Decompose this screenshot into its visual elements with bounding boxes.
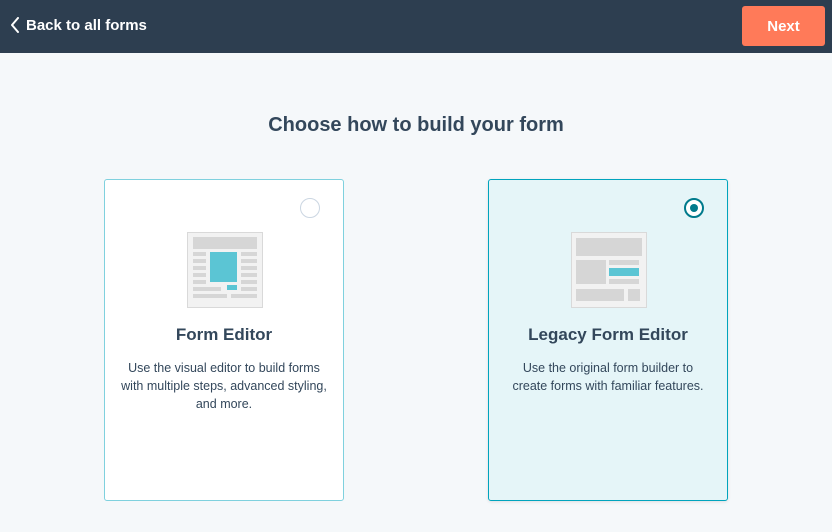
option-card-form-editor[interactable]: Form Editor Use the visual editor to bui… bbox=[104, 179, 344, 501]
next-button[interactable]: Next bbox=[742, 6, 825, 46]
top-bar: Back to all forms Next bbox=[0, 0, 832, 53]
radio-selected-dot bbox=[690, 204, 698, 212]
option-title: Legacy Form Editor bbox=[528, 325, 688, 344]
form-editor-illustration-icon bbox=[187, 232, 263, 308]
back-to-forms-link[interactable]: Back to all forms bbox=[10, 14, 147, 36]
option-title: Form Editor bbox=[175, 325, 273, 344]
back-link-label: Back to all forms bbox=[26, 16, 147, 34]
radio-legacy-form-editor[interactable] bbox=[684, 198, 704, 218]
page-title: Choose how to build your form bbox=[268, 114, 564, 136]
radio-form-editor[interactable] bbox=[300, 198, 320, 218]
option-description: Use the original form builder to create … bbox=[512, 361, 704, 393]
option-description: Use the visual editor to build forms wit… bbox=[121, 361, 327, 411]
option-card-legacy-form-editor[interactable]: Legacy Form Editor Use the original form… bbox=[488, 179, 728, 501]
legacy-form-editor-illustration-icon bbox=[571, 232, 647, 308]
chevron-left-icon bbox=[10, 17, 20, 33]
